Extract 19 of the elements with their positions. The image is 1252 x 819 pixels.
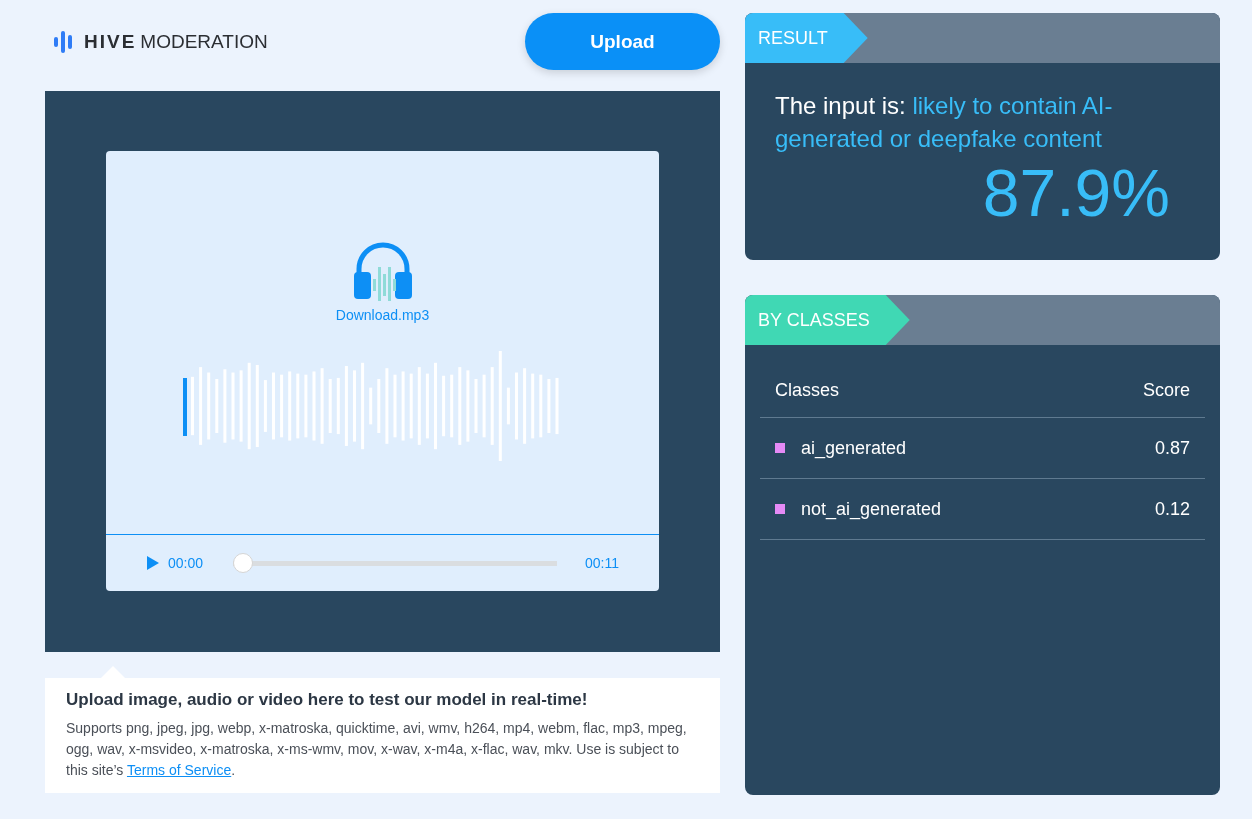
logo-text: HIVE [84, 30, 137, 53]
current-time: 00:00 [168, 555, 204, 571]
file-name: Download.mp3 [335, 307, 430, 323]
result-percentage: 87.9% [981, 155, 1171, 231]
caption-title: Upload image, audio or video here to test our model in real-time! [66, 690, 589, 710]
caption-text: Supports png, jpeg, jpg, webp, x-matroska, quicktime, avi, wmv, h264, mp4, webm, flac, mp3, mpeg, ogg, wav, x-msvideo, x-matroska, x-ms-wmv, mov, x-wav, x-m4a, x-flac, wav, mkv. Use is subject to this site’s Terms of Service. [66, 719, 688, 780]
upload-button[interactable]: Upload [525, 13, 720, 70]
column-header: Classes [775, 379, 841, 401]
result-statement: The input is: likely to contain AI-generated or deepfake content [775, 91, 1114, 154]
logo-text: MODERATION [140, 30, 268, 53]
seek-thumb[interactable] [233, 553, 254, 573]
class-name: not_ai_generated [801, 498, 943, 520]
column-header: Score [1142, 379, 1190, 401]
play-icon[interactable] [146, 556, 160, 570]
duration: 00:11 [585, 555, 619, 571]
class-name: ai_generated [801, 437, 908, 459]
terms-link[interactable]: Terms of Service [126, 762, 232, 778]
class-score: 0.12 [1154, 498, 1190, 520]
class-score: 0.87 [1154, 437, 1190, 459]
